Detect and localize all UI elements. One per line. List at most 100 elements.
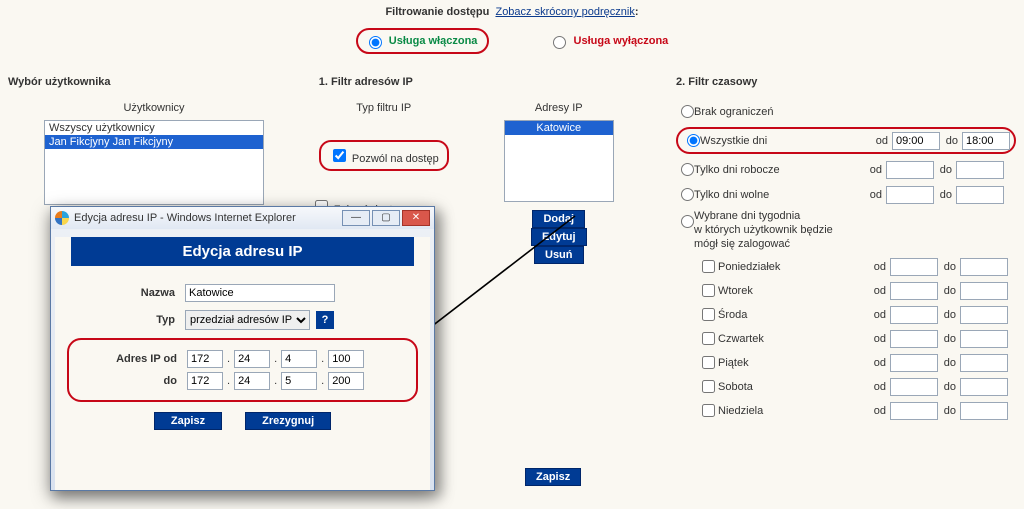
day-to-input[interactable] (960, 306, 1008, 324)
day-from-input[interactable] (890, 402, 938, 420)
ip-to-3[interactable] (281, 372, 317, 390)
name-input[interactable] (185, 284, 335, 302)
od-label: od (868, 333, 890, 345)
service-off-radio[interactable] (553, 36, 566, 49)
ie-icon (55, 211, 69, 225)
day-checkbox[interactable] (702, 308, 715, 321)
time-free-radio[interactable] (681, 188, 694, 201)
day-from-input[interactable] (890, 354, 938, 372)
time-none-radio[interactable] (681, 105, 694, 118)
maximize-button[interactable]: ▢ (372, 210, 400, 226)
colon: : (635, 6, 639, 18)
type-label: Typ (55, 314, 185, 326)
od-label: od (870, 135, 892, 147)
day-from-input[interactable] (890, 330, 938, 348)
ip-range-highlight: Adres IP od . . . do . . . (67, 338, 418, 402)
time-work-label: Tylko dni robocze (694, 164, 864, 176)
day-from-input[interactable] (890, 258, 938, 276)
allow-checkbox[interactable] (333, 149, 346, 162)
ip-listbox[interactable]: Katowice (504, 120, 614, 202)
free-to-input[interactable] (956, 186, 1004, 204)
ip-to-2[interactable] (234, 372, 270, 390)
delete-button[interactable]: Usuń (534, 246, 584, 264)
day-to-input[interactable] (960, 258, 1008, 276)
manual-link[interactable]: Zobacz skrócony podręcznik (495, 6, 634, 18)
help-button[interactable]: ? (316, 311, 334, 329)
od-label: od (864, 164, 886, 176)
day-checkbox[interactable] (702, 404, 715, 417)
day-name: Piątek (718, 357, 868, 369)
day-to-input[interactable] (960, 354, 1008, 372)
close-button[interactable]: ✕ (402, 210, 430, 226)
service-off-option[interactable]: Usługa wyłączona (548, 33, 668, 49)
popup-titlebar[interactable]: Edycja adresu IP - Windows Internet Expl… (51, 207, 434, 229)
time-free-label: Tylko dni wolne (694, 189, 864, 201)
ip-to-1[interactable] (187, 372, 223, 390)
day-to-input[interactable] (960, 402, 1008, 420)
do-label: do (934, 189, 956, 201)
add-button[interactable]: Dodaj (532, 210, 585, 228)
time-all-label: Wszystkie dni (700, 135, 870, 147)
day-from-input[interactable] (890, 378, 938, 396)
list-item[interactable]: Katowice (505, 121, 613, 135)
day-checkbox[interactable] (702, 332, 715, 345)
main-save-button[interactable]: Zapisz (525, 468, 581, 486)
day-to-input[interactable] (960, 378, 1008, 396)
service-on-radio[interactable] (369, 36, 382, 49)
ip-from-label: Adres IP od (69, 353, 187, 365)
do-label: do (940, 135, 962, 147)
list-item[interactable]: Jan Fikcjyny Jan Fikcjyny (45, 135, 263, 149)
popup-cancel-button[interactable]: Zrezygnuj (245, 412, 331, 430)
ip-from-2[interactable] (234, 350, 270, 368)
allow-label: Pozwól na dostęp (352, 153, 439, 165)
work-from-input[interactable] (886, 161, 934, 179)
day-checkbox[interactable] (702, 284, 715, 297)
user-section-title: Wybór użytkownika (8, 76, 289, 88)
time-custom-radio[interactable] (681, 215, 694, 228)
day-from-input[interactable] (890, 282, 938, 300)
day-to-input[interactable] (960, 282, 1008, 300)
service-on-option[interactable]: Usługa włączona (356, 28, 490, 54)
service-on-label: Usługa włączona (389, 35, 478, 47)
list-item[interactable]: Wszyscy użytkownicy (45, 121, 263, 135)
all-from-input[interactable] (892, 132, 940, 150)
time-custom-label: Wybrane dni tygodnia w których użytkowni… (694, 210, 864, 251)
users-listbox[interactable]: Wszyscy użytkownicy Jan Fikcjyny Jan Fik… (44, 120, 264, 205)
ip-section-title: 1. Filtr adresów IP (289, 76, 676, 88)
day-name: Niedziela (718, 405, 868, 417)
day-checkbox[interactable] (702, 356, 715, 369)
day-to-input[interactable] (960, 330, 1008, 348)
time-work-radio[interactable] (681, 163, 694, 176)
do-label: do (938, 261, 960, 273)
ip-from-1[interactable] (187, 350, 223, 368)
day-row: Wtorekoddo (698, 281, 1016, 300)
time-all-radio[interactable] (687, 134, 700, 147)
day-row: Sobotaoddo (698, 377, 1016, 396)
ip-type-label: Typ filtru IP (289, 102, 479, 114)
minimize-button[interactable]: — (342, 210, 370, 226)
edit-button[interactable]: Edytuj (531, 228, 587, 246)
do-label: do (938, 333, 960, 345)
od-label: od (868, 381, 890, 393)
ip-from-4[interactable] (328, 350, 364, 368)
users-label: Użytkownicy (44, 102, 264, 114)
day-from-input[interactable] (890, 306, 938, 324)
time-none-label: Brak ograniczeń (694, 106, 864, 118)
ip-from-3[interactable] (281, 350, 317, 368)
day-checkbox[interactable] (702, 260, 715, 273)
ip-to-4[interactable] (328, 372, 364, 390)
do-label: do (938, 309, 960, 321)
name-label: Nazwa (55, 287, 185, 299)
day-checkbox[interactable] (702, 380, 715, 393)
popup-save-button[interactable]: Zapisz (154, 412, 222, 430)
type-select[interactable]: przedział adresów IP (185, 310, 310, 330)
free-from-input[interactable] (886, 186, 934, 204)
ip-to-label: do (69, 375, 187, 387)
day-name: Poniedziałek (718, 261, 868, 273)
popup-banner: Edycja adresu IP (71, 237, 414, 266)
day-row: Poniedziałekoddo (698, 257, 1016, 276)
all-to-input[interactable] (962, 132, 1010, 150)
work-to-input[interactable] (956, 161, 1004, 179)
ip-edit-popup: Edycja adresu IP - Windows Internet Expl… (50, 206, 435, 491)
do-label: do (938, 285, 960, 297)
